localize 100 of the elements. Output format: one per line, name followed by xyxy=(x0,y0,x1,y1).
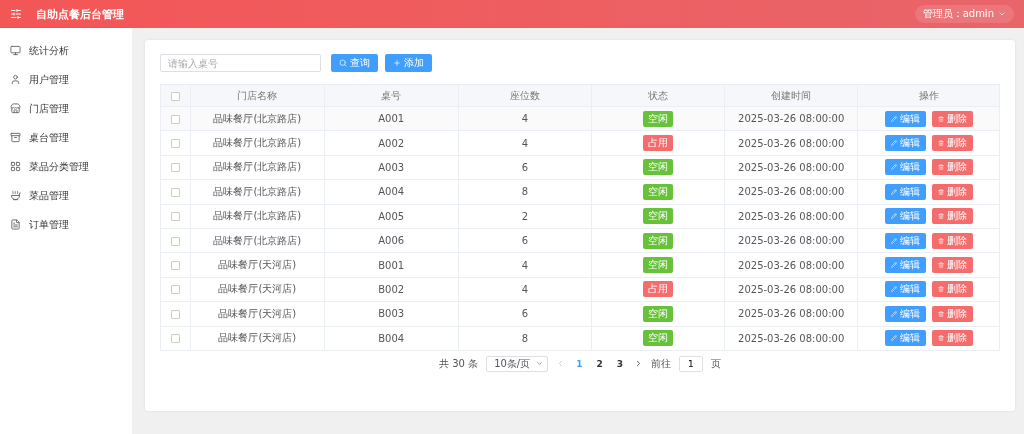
edit-button[interactable]: 编辑 xyxy=(884,183,926,200)
delete-button[interactable]: 删除 xyxy=(931,281,973,298)
row-checkbox[interactable] xyxy=(171,309,180,319)
search-button[interactable]: 查询 xyxy=(331,54,378,72)
table-cell: B004 xyxy=(324,326,459,351)
column-header: 座位数 xyxy=(458,84,592,107)
delete-button[interactable]: 删除 xyxy=(931,159,973,176)
app-title: 自助点餐后台管理 xyxy=(36,6,125,22)
trash-icon xyxy=(937,164,944,171)
table-cell: 4 xyxy=(458,106,592,131)
row-checkbox[interactable] xyxy=(171,114,180,124)
page-number[interactable]: 3 xyxy=(613,358,626,369)
document-icon xyxy=(10,219,21,230)
edit-button[interactable]: 编辑 xyxy=(884,281,926,298)
sidebar-item[interactable]: 门店管理 xyxy=(0,94,132,123)
row-checkbox[interactable] xyxy=(171,236,180,246)
grid-icon xyxy=(10,161,21,172)
table-cell: 2025-03-26 08:00:00 xyxy=(724,106,858,131)
sidebar-label: 统计分析 xyxy=(29,43,69,58)
row-checkbox[interactable] xyxy=(171,334,180,344)
table-cell: 2025-03-26 08:00:00 xyxy=(724,179,858,205)
user-icon xyxy=(10,74,21,85)
edit-button[interactable]: 编辑 xyxy=(884,110,926,127)
table-cell: 8 xyxy=(458,326,592,351)
status-tag: 空闲 xyxy=(643,208,674,225)
delete-button[interactable]: 删除 xyxy=(931,135,973,152)
pencil-icon xyxy=(890,164,897,171)
goto-label: 前往 xyxy=(650,356,671,371)
edit-button[interactable]: 编辑 xyxy=(884,305,926,322)
edit-button[interactable]: 编辑 xyxy=(884,159,926,176)
pencil-icon xyxy=(890,237,897,244)
sidebar-item[interactable]: 用户管理 xyxy=(0,65,132,94)
pencil-icon xyxy=(890,335,897,342)
trash-icon xyxy=(937,237,944,244)
row-checkbox[interactable] xyxy=(171,285,180,295)
sidebar-label: 订单管理 xyxy=(29,217,69,232)
monitor-icon xyxy=(10,45,21,56)
delete-button[interactable]: 删除 xyxy=(931,305,973,322)
edit-button[interactable]: 编辑 xyxy=(884,257,926,274)
row-checkbox[interactable] xyxy=(171,139,180,149)
table-cell: B001 xyxy=(324,252,459,278)
status-tag: 占用 xyxy=(643,281,674,298)
status-tag: 空闲 xyxy=(643,159,674,176)
table-cell: 6 xyxy=(458,228,592,253)
page-size-select[interactable]: 10条/页 xyxy=(486,355,549,372)
row-checkbox[interactable] xyxy=(171,187,180,197)
pencil-icon xyxy=(890,115,897,122)
delete-button[interactable]: 删除 xyxy=(931,110,973,127)
delete-button[interactable]: 删除 xyxy=(931,330,973,347)
table-cell: 6 xyxy=(458,155,592,180)
table-cell: A003 xyxy=(324,155,459,180)
table-cell: 2025-03-26 08:00:00 xyxy=(724,228,858,253)
edit-button[interactable]: 编辑 xyxy=(884,232,926,249)
trash-icon xyxy=(937,262,944,269)
archive-icon xyxy=(10,132,21,143)
sidebar-label: 菜品分类管理 xyxy=(29,159,89,174)
delete-button[interactable]: 删除 xyxy=(931,232,973,249)
pencil-icon xyxy=(890,213,897,220)
page-input[interactable]: 1 xyxy=(678,355,703,372)
page-number[interactable]: 1 xyxy=(573,358,586,369)
edit-button[interactable]: 编辑 xyxy=(884,135,926,152)
table-cell: 6 xyxy=(458,301,592,326)
sidebar-item[interactable]: 菜品管理 xyxy=(0,181,132,210)
row-checkbox[interactable] xyxy=(171,212,180,222)
select-all-checkbox[interactable] xyxy=(171,91,180,101)
table-cell: 2025-03-26 08:00:00 xyxy=(724,277,858,302)
table-cell: 品味餐厅(北京路店) xyxy=(190,204,325,229)
status-tag: 空闲 xyxy=(643,305,674,322)
trash-icon xyxy=(937,286,944,293)
table-cell: 品味餐厅(北京路店) xyxy=(190,155,325,180)
trash-icon xyxy=(937,310,944,317)
delete-button[interactable]: 删除 xyxy=(931,257,973,274)
status-tag: 空闲 xyxy=(643,257,674,274)
sidebar-label: 门店管理 xyxy=(29,101,69,116)
row-checkbox[interactable] xyxy=(171,261,180,271)
search-icon xyxy=(339,59,347,67)
search-field[interactable]: 请输入桌号 xyxy=(160,54,321,72)
user-menu[interactable]: 管理员：admin xyxy=(914,5,1014,23)
menu-icon[interactable] xyxy=(10,8,22,20)
trash-icon xyxy=(937,188,944,195)
page-number[interactable]: 2 xyxy=(593,358,606,369)
sidebar-item[interactable]: 桌台管理 xyxy=(0,123,132,152)
sidebar-item[interactable]: 订单管理 xyxy=(0,210,132,239)
status-tag: 空闲 xyxy=(643,183,674,200)
edit-button[interactable]: 编辑 xyxy=(884,208,926,225)
edit-button[interactable]: 编辑 xyxy=(884,330,926,347)
pencil-icon xyxy=(890,286,897,293)
sidebar-item[interactable]: 统计分析 xyxy=(0,36,132,65)
table-cell: A006 xyxy=(324,228,459,253)
table-cell: 品味餐厅(天河店) xyxy=(190,301,325,326)
status-tag: 占用 xyxy=(643,135,674,152)
delete-button[interactable]: 删除 xyxy=(931,208,973,225)
sidebar-item[interactable]: 菜品分类管理 xyxy=(0,152,132,181)
table-cell: A005 xyxy=(324,204,459,229)
add-button[interactable]: 添加 xyxy=(385,54,432,72)
bowl-icon xyxy=(10,190,21,201)
row-checkbox[interactable] xyxy=(171,163,180,173)
delete-button[interactable]: 删除 xyxy=(931,183,973,200)
trash-icon xyxy=(937,213,944,220)
caret-icon xyxy=(998,10,1006,18)
